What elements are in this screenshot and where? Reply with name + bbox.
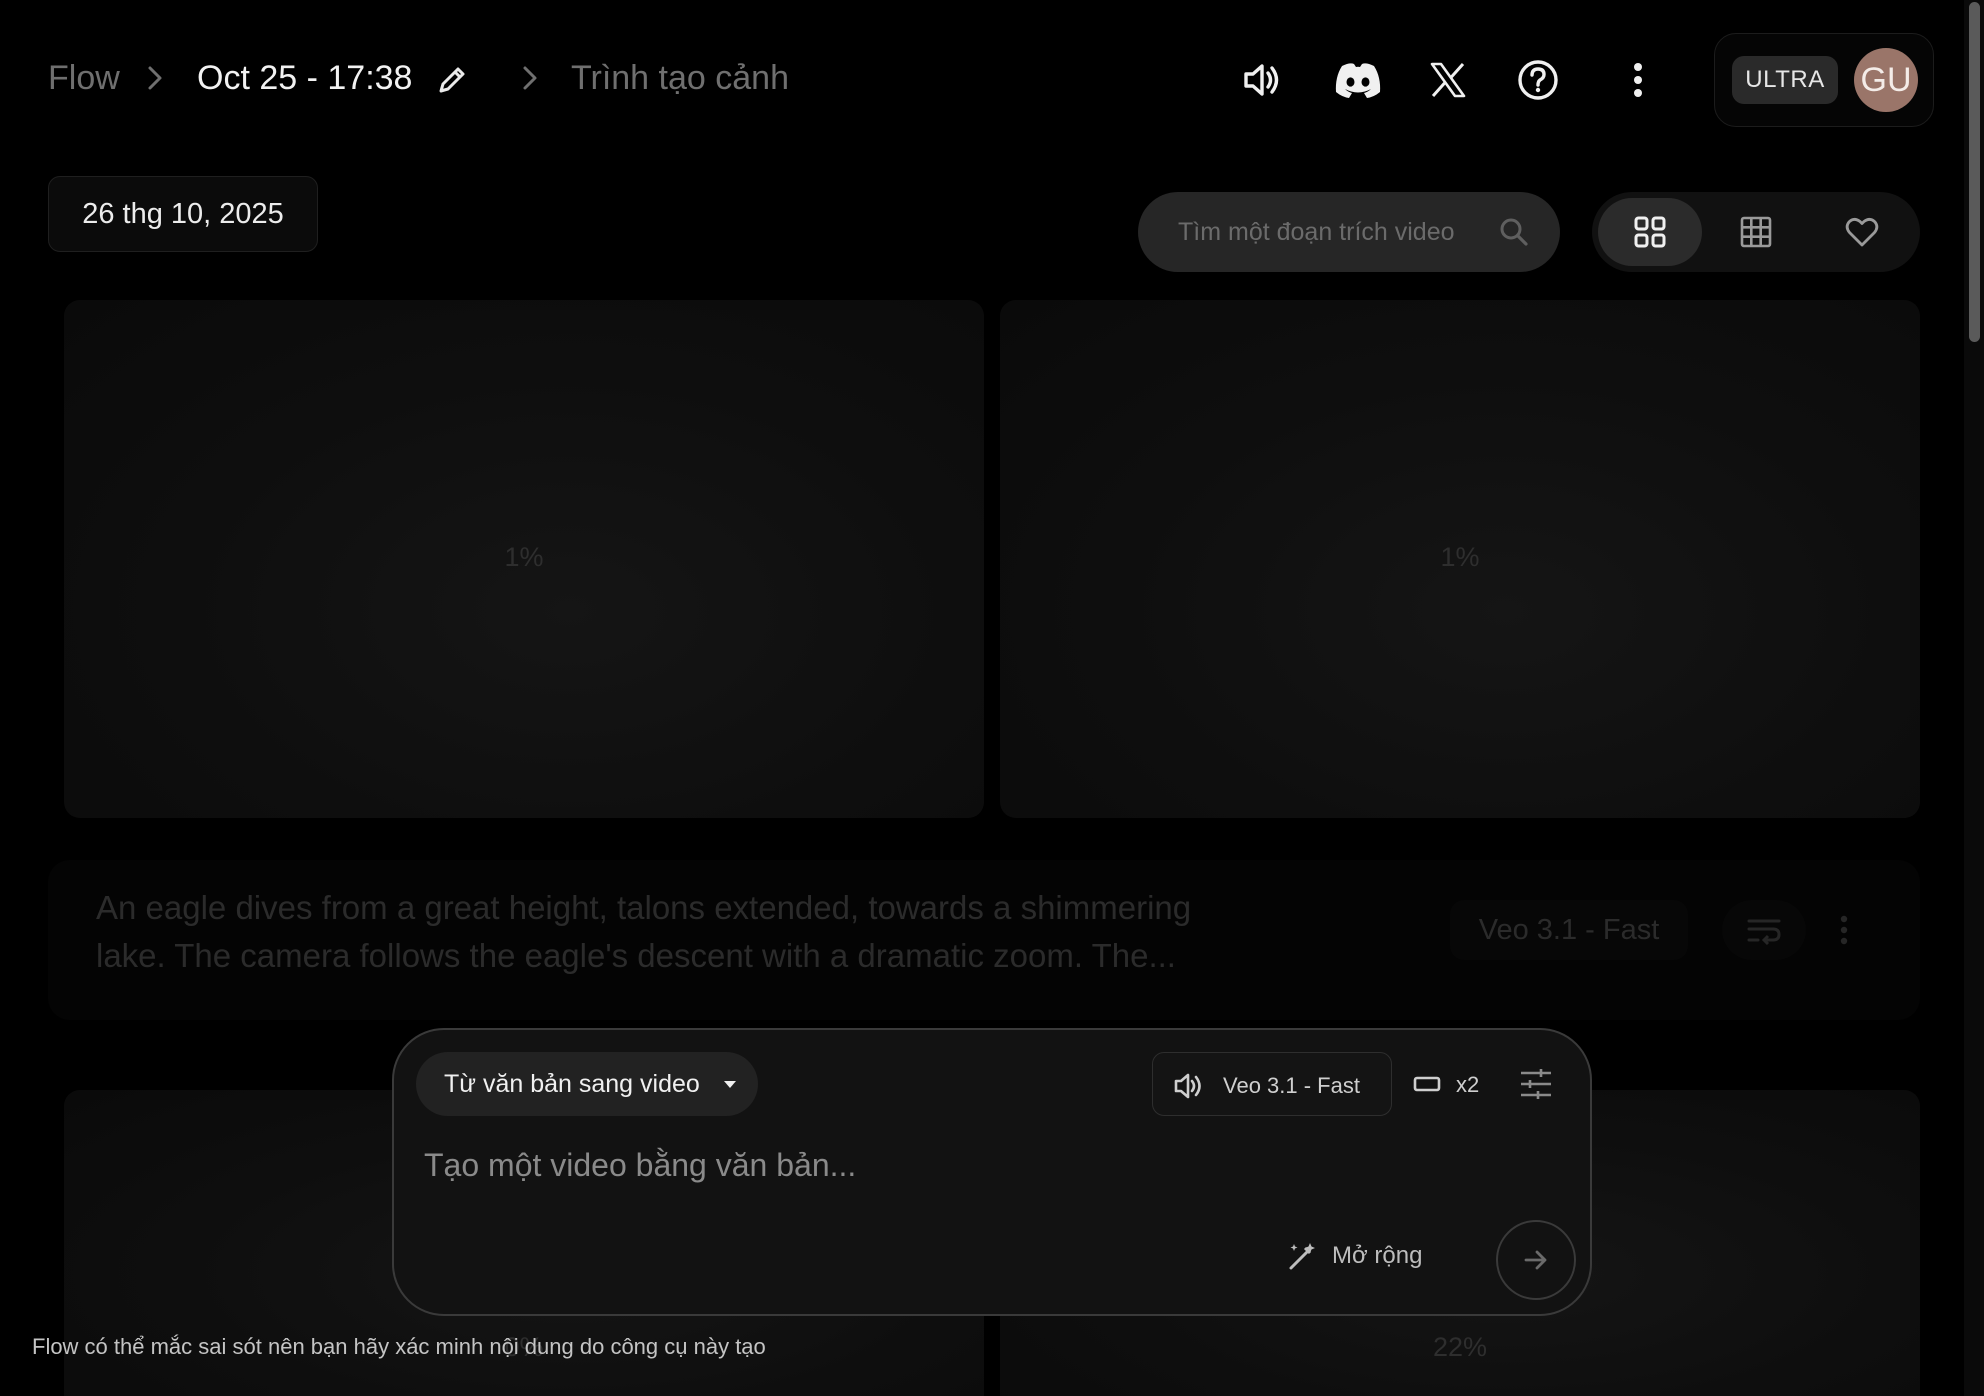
generation-mode-label: Từ văn bản sang video — [444, 1069, 700, 1098]
x-icon — [1430, 62, 1466, 98]
prompt-text[interactable]: An eagle dives from a great height, talo… — [96, 884, 1206, 980]
model-select[interactable]: Veo 3.1 - Fast — [1152, 1052, 1392, 1116]
search-bar — [1138, 192, 1560, 272]
grid-2x2-icon — [1634, 216, 1666, 248]
x-social-button[interactable] — [1420, 52, 1476, 108]
disclaimer-text: Flow có thể mắc sai sót nên bạn hãy xác … — [32, 1334, 766, 1359]
output-count[interactable]: x2 — [1456, 1072, 1479, 1098]
send-button[interactable] — [1496, 1220, 1576, 1300]
chevron-right-icon — [517, 64, 543, 92]
model-label: Veo 3.1 - Fast — [1223, 1073, 1360, 1098]
generation-mode-select[interactable]: Từ văn bản sang video — [416, 1052, 758, 1116]
landscape-ratio-icon — [1413, 1076, 1441, 1092]
tune-icon — [1521, 1069, 1551, 1099]
sound-button[interactable] — [1234, 52, 1290, 108]
search-icon[interactable] — [1494, 212, 1534, 252]
expand-prompt-button[interactable]: Mở rộng — [1286, 1236, 1422, 1276]
breadcrumb-current-page: Trình tạo cảnh — [571, 59, 789, 97]
aspect-ratio-button[interactable] — [1408, 1066, 1446, 1102]
caret-down-icon — [720, 1074, 740, 1094]
model-chip[interactable]: Veo 3.1 - Fast — [1450, 900, 1688, 960]
settings-button[interactable] — [1514, 1064, 1558, 1104]
arrow-right-icon — [1524, 1250, 1547, 1270]
heart-icon — [1845, 217, 1879, 247]
grid-small-view-button[interactable] — [1704, 198, 1808, 266]
discord-icon — [1335, 63, 1381, 98]
grid-large-view-button[interactable] — [1598, 198, 1702, 266]
generation-progress: 1% — [1440, 542, 1480, 572]
pencil-icon — [439, 67, 465, 93]
sound-icon — [1244, 64, 1279, 96]
chevron-right-icon — [142, 64, 168, 92]
view-mode-toggle — [1592, 192, 1920, 272]
expand-label: Mở rộng — [1332, 1242, 1423, 1269]
edit-title-button[interactable] — [434, 62, 470, 98]
more-vert-icon — [1634, 63, 1642, 97]
video-card[interactable]: 1% — [64, 300, 984, 818]
sound-icon — [1173, 1071, 1205, 1101]
discord-button[interactable] — [1330, 52, 1386, 108]
row-more-button[interactable] — [1802, 900, 1886, 960]
breadcrumb-project[interactable]: Oct 25 - 17:38 — [197, 58, 412, 98]
help-icon — [1518, 60, 1558, 100]
reuse-prompt-button[interactable] — [1722, 900, 1806, 960]
date-chip[interactable]: 26 thg 10, 2025 — [48, 176, 318, 252]
favorites-view-button[interactable] — [1810, 198, 1914, 266]
search-input[interactable] — [1178, 214, 1478, 250]
plan-badge[interactable]: ULTRA — [1732, 56, 1838, 104]
magic-pen-icon — [1286, 1240, 1318, 1272]
prompt-input[interactable] — [424, 1142, 1524, 1188]
generation-progress: 1% — [504, 542, 544, 572]
top-bar: Flow Oct 25 - 17:38 Trình tạo cảnh ULTRA… — [0, 0, 1984, 160]
breadcrumb-home[interactable]: Flow — [48, 58, 120, 98]
grid-3x3-icon — [1740, 216, 1772, 248]
wrap-text-icon — [1747, 919, 1781, 945]
generation-progress: 22% — [1432, 1332, 1488, 1362]
more-vert-icon — [1840, 915, 1848, 945]
help-button[interactable] — [1510, 52, 1566, 108]
video-card[interactable]: 1% — [1000, 300, 1920, 818]
avatar[interactable]: GU — [1854, 48, 1918, 112]
scrollbar-thumb[interactable] — [1969, 2, 1980, 342]
more-options-button[interactable] — [1610, 52, 1666, 108]
